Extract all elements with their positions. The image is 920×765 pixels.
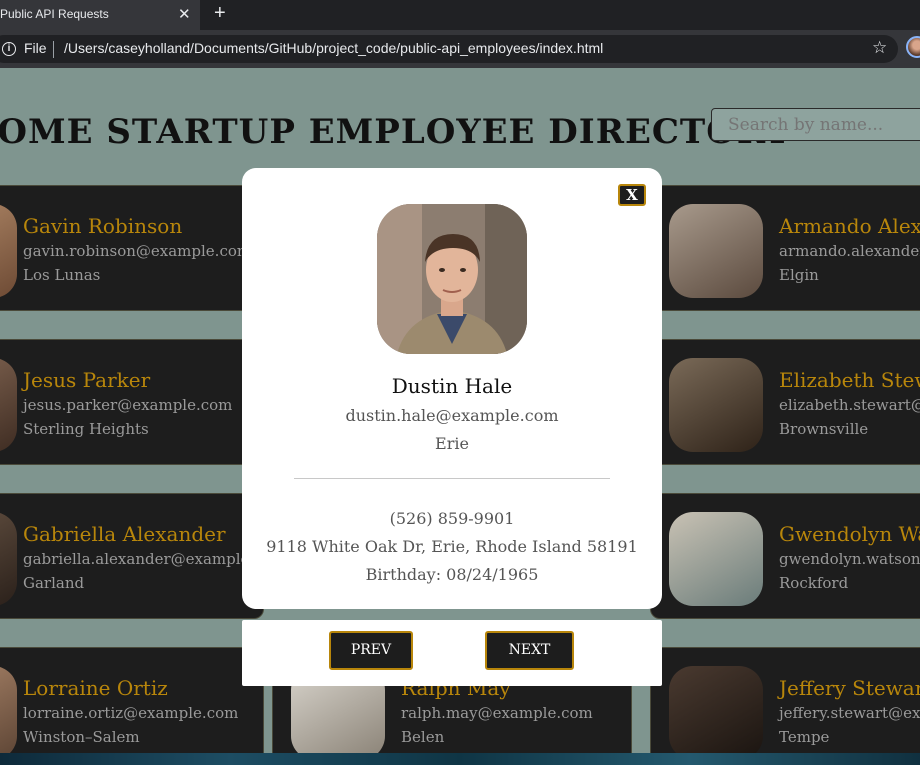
modal-employee-birthday: Birthday: 08/24/1965: [365, 565, 539, 584]
tab-close-icon[interactable]: ✕: [178, 5, 191, 23]
employee-card[interactable]: Lorraine Ortiz lorraine.ortiz@example.co…: [0, 647, 264, 753]
employee-name: Armando Alexander: [779, 214, 920, 238]
employee-city: Elgin: [779, 266, 819, 284]
employee-city: Brownsville: [779, 420, 869, 438]
employee-city: Tempe: [779, 728, 830, 746]
employee-photo: [669, 512, 763, 606]
modal-employee-photo: [377, 204, 527, 354]
employee-email: lorraine.ortiz@example.com: [23, 704, 239, 722]
modal-employee-name: Dustin Hale: [391, 374, 513, 398]
employee-card[interactable]: Gavin Robinson gavin.robinson@example.co…: [0, 185, 264, 311]
modal-employee-email: dustin.hale@example.com: [345, 406, 559, 425]
modal-close-button[interactable]: X: [618, 184, 646, 206]
browser-tab[interactable]: Public API Requests ✕: [0, 0, 200, 30]
page-bottom-background: [0, 753, 920, 765]
modal-employee-phone: (526) 859-9901: [389, 509, 515, 528]
employee-photo: [0, 204, 17, 298]
employee-card[interactable]: Armando Alexander armando.alexander@exam…: [650, 185, 920, 311]
modal-divider: [294, 478, 610, 479]
employee-email: ralph.may@example.com: [401, 704, 593, 722]
employee-email: jesus.parker@example.com: [23, 396, 233, 414]
employee-photo: [669, 204, 763, 298]
page-title: AWESOME STARTUP EMPLOYEE DIRECTORY: [0, 112, 791, 152]
employee-name: Lorraine Ortiz: [23, 676, 168, 700]
url-text[interactable]: /Users/caseyholland/Documents/GitHub/pro…: [64, 40, 603, 56]
search-input[interactable]: [711, 108, 920, 141]
employee-email: armando.alexander@example.com: [779, 242, 920, 260]
employee-email: gavin.robinson@example.com: [23, 242, 252, 260]
browser-tabbar: Public API Requests ✕ +: [0, 0, 920, 30]
employee-photo: [669, 666, 763, 753]
browser-toolbar: i File /Users/caseyholland/Documents/Git…: [0, 30, 920, 68]
employee-name: Gavin Robinson: [23, 214, 183, 238]
person-portrait-icon: [377, 204, 527, 354]
prev-button[interactable]: PREV: [329, 631, 413, 670]
employee-card[interactable]: Elizabeth Stewart elizabeth.stewart@exam…: [650, 339, 920, 465]
employee-photo: [669, 358, 763, 452]
employee-card[interactable]: Jesus Parker jesus.parker@example.com St…: [0, 339, 264, 465]
scheme-label: File: [24, 40, 47, 56]
employee-name: Gwendolyn Watson: [779, 522, 920, 546]
employee-email: elizabeth.stewart@example.com: [779, 396, 920, 414]
employee-email: jeffery.stewart@example.com: [779, 704, 920, 722]
next-button[interactable]: NEXT: [485, 631, 574, 670]
address-separator: [53, 41, 54, 58]
employee-card[interactable]: Gabriella Alexander gabriella.alexander@…: [0, 493, 264, 619]
employee-city: Garland: [23, 574, 85, 592]
new-tab-icon[interactable]: +: [214, 2, 226, 25]
employee-name: Jeffery Stewart: [779, 676, 920, 700]
employee-city: Rockford: [779, 574, 849, 592]
employee-photo: [0, 666, 17, 753]
modal-employee-address: 9118 White Oak Dr, Erie, Rhode Island 58…: [266, 537, 638, 556]
employee-name: Jesus Parker: [23, 368, 151, 392]
employee-card[interactable]: Jeffery Stewart jeffery.stewart@example.…: [650, 647, 920, 753]
employee-name: Elizabeth Stewart: [779, 368, 920, 392]
employee-city: Los Lunas: [23, 266, 101, 284]
employee-city: Sterling Heights: [23, 420, 149, 438]
info-icon[interactable]: i: [2, 42, 16, 56]
modal-employee-city: Erie: [435, 434, 469, 453]
employee-city: Belen: [401, 728, 445, 746]
employee-email: gabriella.alexander@example.com: [23, 550, 264, 568]
tab-title: Public API Requests: [0, 7, 109, 21]
modal-navigation: PREV NEXT: [242, 620, 662, 686]
address-bar[interactable]: i File /Users/caseyholland/Documents/Git…: [0, 35, 898, 63]
employee-email: gwendolyn.watson@example.com: [779, 550, 920, 568]
employee-city: Winston–Salem: [23, 728, 140, 746]
employee-card[interactable]: Gwendolyn Watson gwendolyn.watson@exampl…: [650, 493, 920, 619]
employee-modal: X Dustin Hale dustin.hale@example.com Er…: [242, 168, 662, 609]
employee-name: Gabriella Alexander: [23, 522, 226, 546]
bookmark-star-icon[interactable]: ☆: [872, 38, 887, 58]
employee-photo: [0, 512, 17, 606]
employee-photo: [0, 358, 17, 452]
